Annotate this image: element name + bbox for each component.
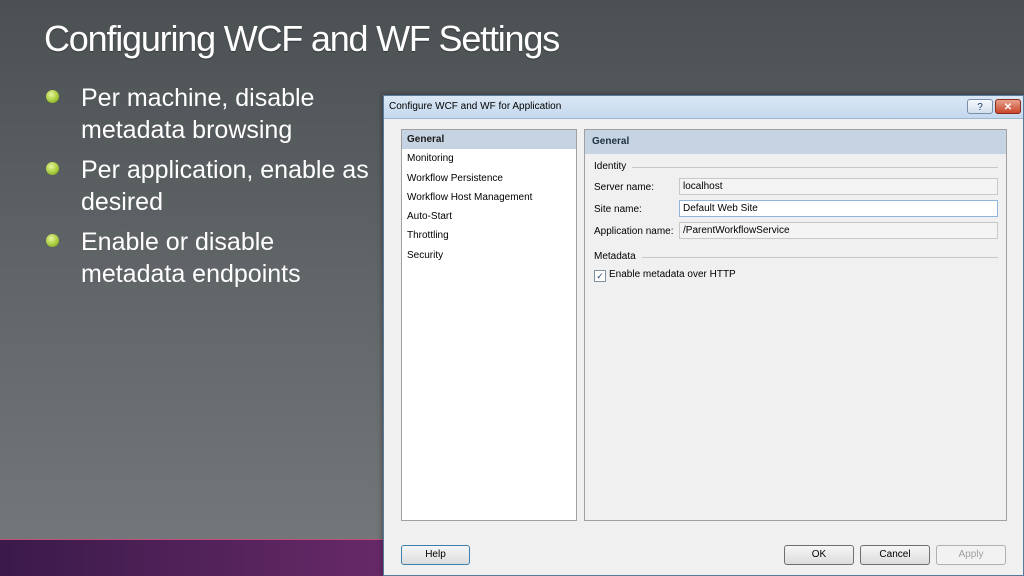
apply-button[interactable]: Apply <box>936 545 1006 565</box>
slide-title: Configuring WCF and WF Settings <box>44 18 560 59</box>
settings-nav: General Monitoring Workflow Persistence … <box>401 129 577 521</box>
identity-divider <box>594 167 998 168</box>
nav-item-monitoring[interactable]: Monitoring <box>402 149 576 168</box>
dialog-title: Configure WCF and WF for Application <box>389 101 562 112</box>
metadata-divider <box>594 257 998 258</box>
bullet-text: Per application, enable as desired <box>81 156 369 216</box>
ok-button[interactable]: OK <box>784 545 854 565</box>
bullet-text: Per machine, disable metadata browsing <box>81 84 315 144</box>
nav-item-workflow-host-management[interactable]: Workflow Host Management <box>402 188 576 207</box>
bullet-item: Per application, enable as desired <box>46 154 376 218</box>
bullet-list: Per machine, disable metadata browsing P… <box>46 82 376 298</box>
nav-item-workflow-persistence[interactable]: Workflow Persistence <box>402 169 576 188</box>
bullet-item: Enable or disable metadata endpoints <box>46 226 376 290</box>
site-name-field[interactable]: Default Web Site <box>679 200 998 217</box>
nav-item-throttling[interactable]: Throttling <box>402 226 576 245</box>
general-settings-panel: General Identity Server name: localhost … <box>584 129 1007 521</box>
metadata-group-label: Metadata <box>594 251 642 262</box>
nav-item-general[interactable]: General <box>402 130 576 150</box>
bullet-dot-icon <box>46 234 59 247</box>
application-name-label: Application name: <box>594 226 674 237</box>
checkmark-icon: ✓ <box>596 271 604 281</box>
cancel-button[interactable]: Cancel <box>860 545 930 565</box>
dialog-titlebar[interactable]: Configure WCF and WF for Application ? ✕ <box>384 96 1023 119</box>
bullet-text: Enable or disable metadata endpoints <box>81 228 301 288</box>
enable-metadata-checkbox[interactable]: ✓ <box>594 270 606 282</box>
titlebar-help-button[interactable]: ? <box>967 99 993 114</box>
help-icon: ? <box>977 102 983 113</box>
bullet-item: Per machine, disable metadata browsing <box>46 82 376 146</box>
identity-group-label: Identity <box>594 161 633 172</box>
application-name-field[interactable]: /ParentWorkflowService <box>679 222 998 239</box>
server-name-label: Server name: <box>594 182 655 193</box>
nav-item-auto-start[interactable]: Auto-Start <box>402 207 576 226</box>
bullet-dot-icon <box>46 162 59 175</box>
site-name-label: Site name: <box>594 204 642 215</box>
titlebar-close-button[interactable]: ✕ <box>995 99 1021 114</box>
close-icon: ✕ <box>1003 102 1013 113</box>
configure-dialog: Configure WCF and WF for Application ? ✕… <box>383 95 1024 576</box>
server-name-field[interactable]: localhost <box>679 178 998 195</box>
help-button[interactable]: Help <box>401 545 470 565</box>
nav-item-security[interactable]: Security <box>402 246 576 265</box>
panel-header: General <box>585 130 1006 154</box>
enable-metadata-label[interactable]: Enable metadata over HTTP <box>609 269 736 280</box>
bullet-dot-icon <box>46 90 59 103</box>
